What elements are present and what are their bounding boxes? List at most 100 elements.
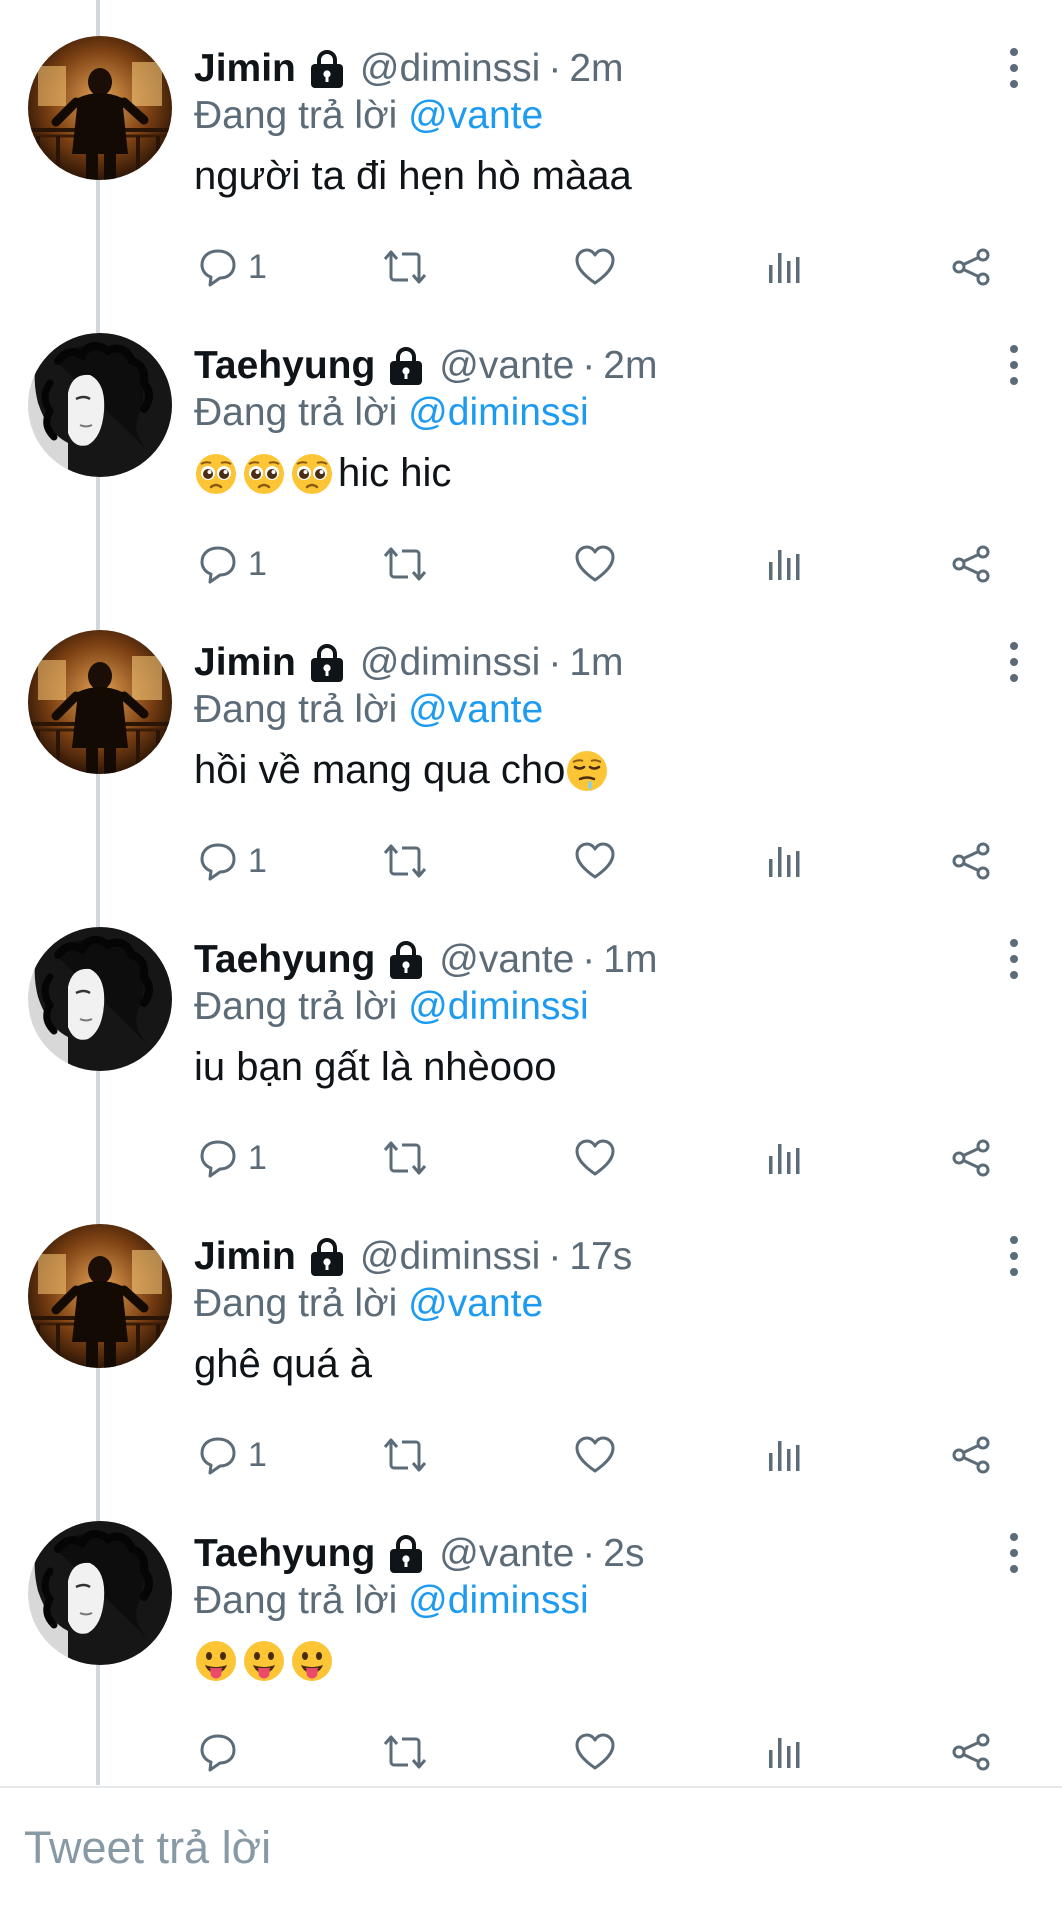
author-name[interactable]: Jimin xyxy=(194,1235,296,1279)
timestamp[interactable]: 17s xyxy=(569,1235,632,1279)
reply-count: 1 xyxy=(248,247,267,286)
divider xyxy=(0,1786,1062,1788)
avatar[interactable] xyxy=(28,36,172,180)
author-name[interactable]: Jimin xyxy=(194,641,296,685)
retweet-button[interactable] xyxy=(382,1133,428,1183)
analytics-button[interactable] xyxy=(766,836,802,886)
reply-button[interactable]: 1 xyxy=(198,242,267,292)
like-icon xyxy=(574,1138,616,1178)
reply-icon xyxy=(198,247,238,287)
separator: · xyxy=(582,938,596,981)
reply-button[interactable]: 1 xyxy=(198,836,267,886)
more-options-icon[interactable] xyxy=(1002,1234,1026,1278)
retweet-button[interactable] xyxy=(382,836,428,886)
more-options-icon[interactable] xyxy=(1002,1531,1026,1575)
author-name[interactable]: Taehyung xyxy=(194,938,375,982)
more-options-icon[interactable] xyxy=(1002,937,1026,981)
author-name[interactable]: Jimin xyxy=(194,47,296,91)
author-name[interactable]: Taehyung xyxy=(194,344,375,388)
avatar[interactable] xyxy=(28,1224,172,1368)
more-options-icon[interactable] xyxy=(1002,640,1026,684)
analytics-icon xyxy=(766,247,802,287)
share-button[interactable] xyxy=(950,539,992,589)
like-button[interactable] xyxy=(574,1133,616,1183)
analytics-button[interactable] xyxy=(766,242,802,292)
share-button[interactable] xyxy=(950,1727,992,1777)
like-button[interactable] xyxy=(574,1727,616,1777)
tweet-actions xyxy=(194,1727,1014,1777)
tweet-text-content: hic hic xyxy=(338,451,452,495)
lock-icon xyxy=(308,1237,346,1277)
retweet-button[interactable] xyxy=(382,242,428,292)
weary-drooling-face-emoji xyxy=(565,749,609,793)
tweet-actions: 1 xyxy=(194,1133,1014,1183)
retweet-button[interactable] xyxy=(382,1430,428,1480)
analytics-button[interactable] xyxy=(766,539,802,589)
share-button[interactable] xyxy=(950,242,992,292)
tweet-text-content: iu bạn gất là nhèooo xyxy=(194,1045,557,1089)
reply-button[interactable]: 1 xyxy=(198,1133,267,1183)
timestamp[interactable]: 2m xyxy=(569,47,623,91)
timestamp[interactable]: 2s xyxy=(603,1532,644,1576)
replying-to: Đang trả lời @vante xyxy=(194,94,543,138)
retweet-button[interactable] xyxy=(382,1727,428,1777)
avatar[interactable] xyxy=(28,927,172,1071)
reply-mention-link[interactable]: @vante xyxy=(408,94,543,137)
avatar[interactable] xyxy=(28,333,172,477)
author-handle[interactable]: @diminssi xyxy=(360,47,540,91)
share-button[interactable] xyxy=(950,836,992,886)
tweet[interactable]: Taehyung @vante · 2m Đang trả lời @diminssi h… xyxy=(0,299,1062,595)
tweet-header: Jimin @diminssi · 2m xyxy=(194,42,624,96)
share-button[interactable] xyxy=(950,1133,992,1183)
replying-to: Đang trả lời @diminssi xyxy=(194,1579,589,1623)
reply-mention-link[interactable]: @vante xyxy=(408,1282,543,1325)
author-handle[interactable]: @vante xyxy=(439,938,574,982)
like-button[interactable] xyxy=(574,836,616,886)
tweet[interactable]: Jimin @diminssi · 2m Đang trả lời @vante ngườ… xyxy=(0,2,1062,298)
analytics-icon xyxy=(766,1732,802,1772)
timestamp[interactable]: 1m xyxy=(603,938,657,982)
reply-button[interactable] xyxy=(198,1727,248,1777)
more-options-icon[interactable] xyxy=(1002,46,1026,90)
like-button[interactable] xyxy=(574,242,616,292)
tweet-text: iu bạn gất là nhèooo xyxy=(194,1045,557,1090)
reply-mention-link[interactable]: @diminssi xyxy=(408,985,588,1028)
more-options-icon[interactable] xyxy=(1002,343,1026,387)
avatar[interactable] xyxy=(28,630,172,774)
author-handle[interactable]: @vante xyxy=(439,344,574,388)
author-handle[interactable]: @vante xyxy=(439,1532,574,1576)
share-icon xyxy=(950,544,992,584)
tweet-text: người ta đi hẹn hò màaa xyxy=(194,154,632,199)
analytics-button[interactable] xyxy=(766,1727,802,1777)
lock-icon xyxy=(308,49,346,89)
like-button[interactable] xyxy=(574,1430,616,1480)
share-button[interactable] xyxy=(950,1430,992,1480)
reply-icon xyxy=(198,841,238,881)
reply-count: 1 xyxy=(248,1435,267,1474)
timestamp[interactable]: 1m xyxy=(569,641,623,685)
reply-button[interactable]: 1 xyxy=(198,539,267,589)
analytics-button[interactable] xyxy=(766,1133,802,1183)
author-handle[interactable]: @diminssi xyxy=(360,1235,540,1279)
reply-mention-link[interactable]: @diminssi xyxy=(408,391,588,434)
reply-input[interactable]: Tweet trả lời xyxy=(24,1822,271,1874)
pleading-face-emoji xyxy=(290,452,334,496)
like-button[interactable] xyxy=(574,539,616,589)
tweet-actions: 1 xyxy=(194,539,1014,589)
tweet-header: Jimin @diminssi · 1m xyxy=(194,636,624,690)
avatar[interactable] xyxy=(28,1521,172,1665)
retweet-button[interactable] xyxy=(382,539,428,589)
author-name[interactable]: Taehyung xyxy=(194,1532,375,1576)
tweet[interactable]: Taehyung @vante · 1m Đang trả lời @diminssi i… xyxy=(0,893,1062,1189)
tweet[interactable]: Taehyung @vante · 2s Đang trả lời @diminssi xyxy=(0,1487,1062,1783)
tweet[interactable]: Jimin @diminssi · 17s Đang trả lời @vante ghê… xyxy=(0,1190,1062,1486)
analytics-button[interactable] xyxy=(766,1430,802,1480)
reply-mention-link[interactable]: @vante xyxy=(408,688,543,731)
tweet[interactable]: Jimin @diminssi · 1m Đang trả lời @vante hồi … xyxy=(0,596,1062,892)
reply-button[interactable]: 1 xyxy=(198,1430,267,1480)
reply-mention-link[interactable]: @diminssi xyxy=(408,1579,588,1622)
retweet-icon xyxy=(382,1732,428,1772)
retweet-icon xyxy=(382,841,428,881)
timestamp[interactable]: 2m xyxy=(603,344,657,388)
author-handle[interactable]: @diminssi xyxy=(360,641,540,685)
